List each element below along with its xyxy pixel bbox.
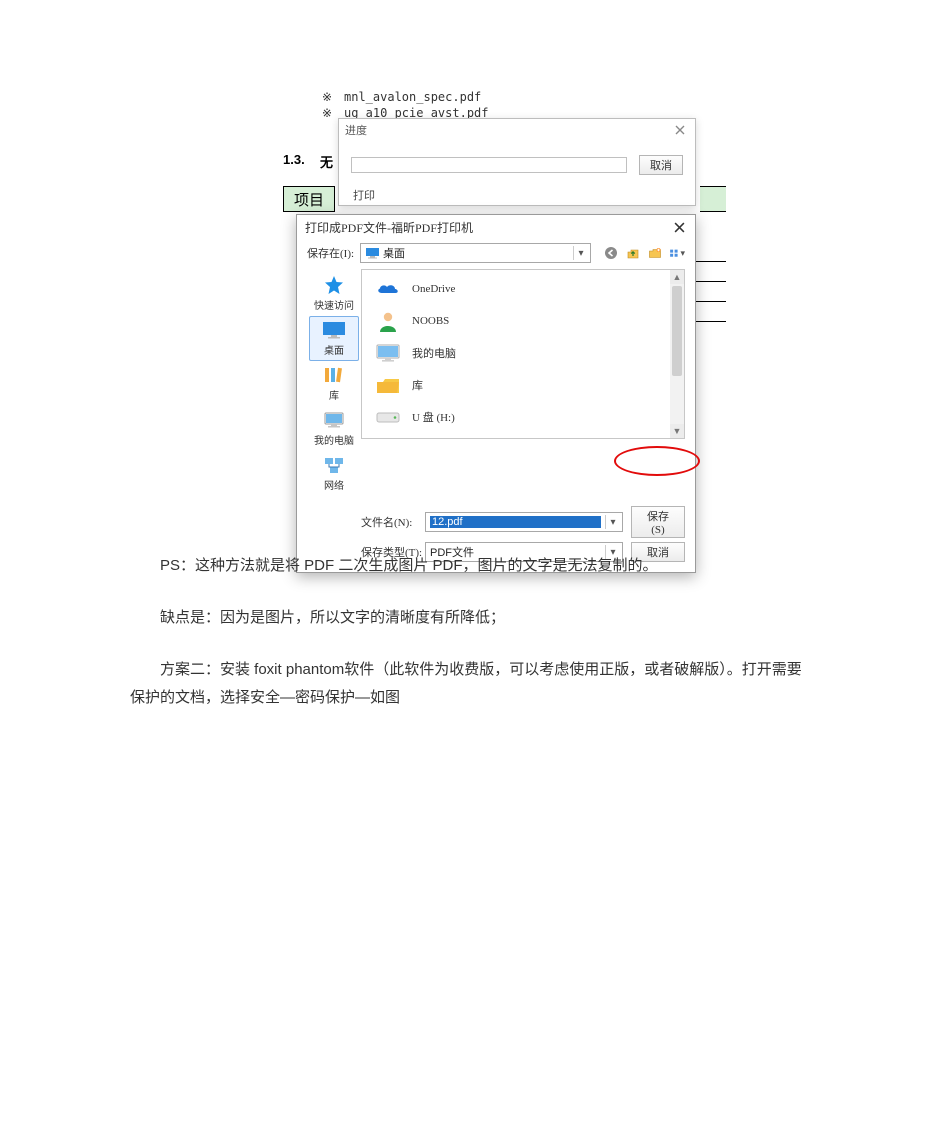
desktop-icon xyxy=(322,320,346,340)
close-icon[interactable] xyxy=(671,121,689,139)
place-quick-access[interactable]: 快速访问 xyxy=(309,271,359,316)
places-bar: 快速访问 桌面 库 我 xyxy=(307,269,361,496)
folder-icon xyxy=(374,374,402,396)
table-rule xyxy=(696,261,726,262)
bullet-icon: ※ xyxy=(322,90,332,105)
user-icon xyxy=(374,310,402,332)
filename-input[interactable]: 12.pdf ▾ xyxy=(425,512,623,532)
progress-dialog: 进度 取消 打印 xyxy=(338,118,696,206)
place-network[interactable]: 网络 xyxy=(309,451,359,496)
up-one-level-icon[interactable] xyxy=(625,245,641,261)
views-icon[interactable]: ▾ xyxy=(669,245,685,261)
item-label: 库 xyxy=(412,377,423,393)
list-item[interactable]: 库 xyxy=(374,374,672,396)
libraries-icon xyxy=(322,365,346,385)
bg-filename-1: mnl_avalon_spec.pdf xyxy=(344,90,481,104)
place-label: 我的电脑 xyxy=(314,432,354,447)
save-body: 快速访问 桌面 库 我 xyxy=(297,269,695,500)
scroll-up-icon[interactable]: ▲ xyxy=(670,270,684,284)
paragraph: 缺点是：因为是图片，所以文字的清晰度有所降低； xyxy=(130,604,815,632)
network-icon xyxy=(322,455,346,475)
place-this-pc[interactable]: 我的电脑 xyxy=(309,406,359,451)
item-label: NOOBS xyxy=(412,315,449,327)
file-list: OneDrive NOOBS 我的电脑 xyxy=(362,270,684,436)
filename-value: 12.pdf xyxy=(430,516,601,528)
scrollbar[interactable]: ▲ ▼ xyxy=(670,270,684,438)
table-header-right xyxy=(700,186,726,212)
place-label: 库 xyxy=(329,387,339,402)
progress-bar xyxy=(351,157,627,173)
chevron-down-icon[interactable]: ▾ xyxy=(605,515,620,529)
document-page: ※ mnl_avalon_spec.pdf ※ ug a10 pcie avst… xyxy=(0,0,945,1123)
body-text: PS：这种方法就是将 PDF 二次生成图片 PDF，图片的文字是无法复制的。 缺… xyxy=(130,552,815,712)
place-libraries[interactable]: 库 xyxy=(309,361,359,406)
table-rule xyxy=(696,301,726,302)
table-header-label: 项目 xyxy=(294,189,324,210)
progress-status-label: 打印 xyxy=(339,187,695,205)
item-label: U 盘 (H:) xyxy=(412,409,455,425)
section-title-fragment: 无 xyxy=(320,152,333,171)
filename-label: 文件名(N): xyxy=(361,514,417,530)
paragraph: 方案二：安装 foxit phantom软件（此软件为收费版，可以考虑使用正版，… xyxy=(130,656,815,712)
progress-titlebar: 进度 xyxy=(339,119,695,141)
table-header-cell: 项目 xyxy=(283,186,335,212)
drive-icon xyxy=(374,406,402,428)
place-label: 快速访问 xyxy=(314,297,354,312)
save-dialog-title: 打印成PDF文件-福昕PDF打印机 xyxy=(305,219,473,236)
bullet-icon: ※ xyxy=(322,106,332,121)
scroll-thumb[interactable] xyxy=(672,286,682,376)
list-item[interactable]: U 盘 (H:) xyxy=(374,406,672,428)
table-rule xyxy=(696,321,726,322)
table-rule xyxy=(696,281,726,282)
paragraph: PS：这种方法就是将 PDF 二次生成图片 PDF，图片的文字是无法复制的。 xyxy=(130,552,815,580)
list-item[interactable]: OneDrive xyxy=(374,278,672,300)
save-toolbar: 保存在(I): 桌面 ▾ xyxy=(297,239,695,269)
save-button[interactable]: 保存(S) xyxy=(631,506,685,538)
save-titlebar: 打印成PDF文件-福昕PDF打印机 xyxy=(297,215,695,239)
scroll-track[interactable] xyxy=(670,284,684,424)
pc-icon xyxy=(322,410,346,430)
pc-icon xyxy=(374,342,402,364)
location-combo[interactable]: 桌面 ▾ xyxy=(360,243,591,263)
place-desktop[interactable]: 桌面 xyxy=(309,316,359,361)
place-label: 桌面 xyxy=(324,342,344,357)
scroll-down-icon[interactable]: ▼ xyxy=(670,424,684,438)
location-value: 桌面 xyxy=(383,245,569,261)
star-icon xyxy=(322,275,346,295)
save-as-dialog: 打印成PDF文件-福昕PDF打印机 保存在(I): 桌面 ▾ xyxy=(296,214,696,573)
item-label: OneDrive xyxy=(412,283,455,295)
new-folder-icon[interactable] xyxy=(647,245,663,261)
item-label: 我的电脑 xyxy=(412,345,456,361)
back-icon[interactable] xyxy=(603,245,619,261)
list-item[interactable]: NOOBS xyxy=(374,310,672,332)
list-item[interactable]: 我的电脑 xyxy=(374,342,672,364)
location-label: 保存在(I): xyxy=(307,245,354,261)
progress-cancel-button[interactable]: 取消 xyxy=(639,155,683,175)
desktop-icon xyxy=(365,246,379,260)
file-list-area: OneDrive NOOBS 我的电脑 xyxy=(361,269,685,439)
chevron-down-icon[interactable]: ▾ xyxy=(573,246,588,260)
progress-title: 进度 xyxy=(345,122,367,138)
close-icon[interactable] xyxy=(665,217,693,237)
onedrive-icon xyxy=(374,278,402,300)
progress-body: 取消 xyxy=(339,141,695,187)
section-number: 1.3. xyxy=(283,152,305,167)
place-label: 网络 xyxy=(324,477,344,492)
